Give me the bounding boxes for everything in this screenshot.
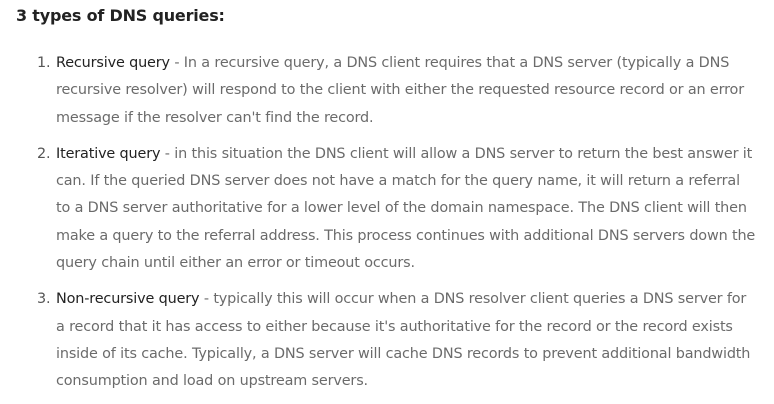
list-item-non-recursive-query: 3. Non-recursive query - typically this w… <box>16 286 774 395</box>
dns-query-types-list: 1. Recursive query - In a recursive query… <box>16 50 774 396</box>
term-iterative-query: Iterative query <box>56 145 161 162</box>
term-recursive-query: Recursive query <box>56 55 170 71</box>
list-item-number: 3. <box>37 291 51 308</box>
list-item-recursive-query: 1. Recursive query - In a recursive query… <box>16 50 774 132</box>
document-page: 3 types of DNS queries: 1. Recursive quer… <box>0 0 774 404</box>
list-item-number: 2. <box>37 145 51 162</box>
list-item-number: 1. <box>37 55 51 71</box>
section-heading: 3 types of DNS queries: <box>16 6 225 25</box>
description-iterative-query: - in this situation the DNS client will … <box>56 145 756 272</box>
term-non-recursive-query: Non-recursive query <box>56 291 200 308</box>
list-item-iterative-query: 2. Iterative query - in this situation th… <box>16 141 774 277</box>
